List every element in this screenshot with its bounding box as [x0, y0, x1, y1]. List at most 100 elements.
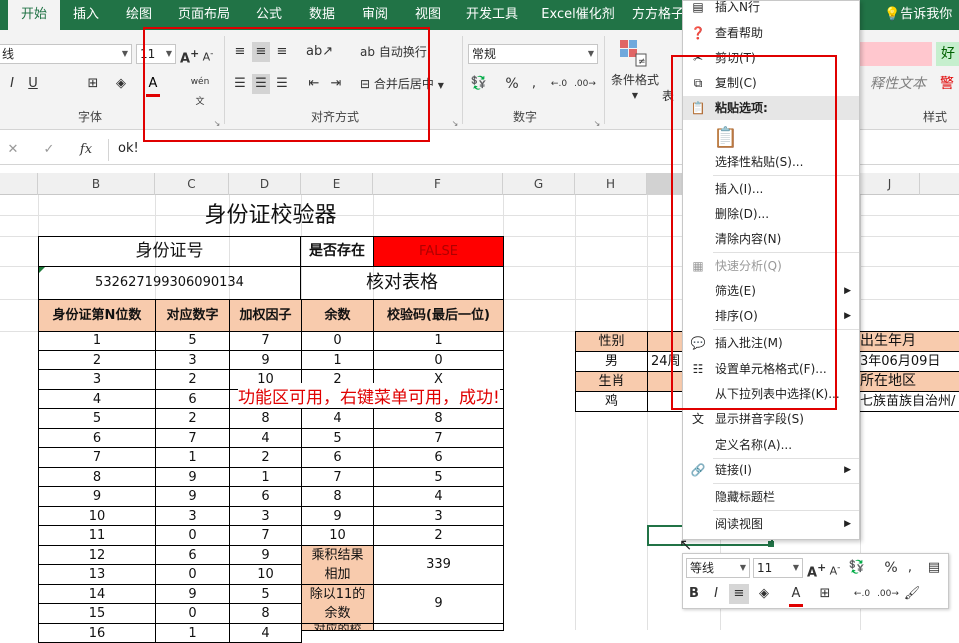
tab-insert[interactable]: 插入 [62, 0, 110, 30]
tab-view[interactable]: 视图 [404, 0, 452, 30]
table-cell[interactable]: 6 [38, 429, 156, 449]
tell-me-search[interactable]: 💡告诉我你想 [884, 0, 959, 30]
id-number-value[interactable]: 532627199306090134 [38, 266, 301, 300]
dialog-launcher-icon[interactable]: ↘ [592, 114, 602, 134]
table-cell[interactable]: 8 [38, 468, 156, 488]
table-cell[interactable]: 6 [373, 448, 504, 468]
table-cell[interactable]: 3 [155, 507, 230, 527]
table-cell[interactable]: 0 [155, 526, 230, 546]
table-cell[interactable]: 2 [38, 351, 156, 371]
align-center-icon[interactable]: ≡ [729, 584, 749, 604]
table-cell[interactable]: 7 [38, 448, 156, 468]
increase-decimal-icon[interactable]: ←.0 [548, 74, 570, 94]
table-cell[interactable]: 15 [38, 604, 156, 624]
formula-input[interactable]: ok! [118, 141, 139, 156]
style-bad-swatch[interactable] [860, 42, 932, 66]
table-cell[interactable]: 1 [373, 331, 504, 351]
menu-item-phonetic[interactable]: 文显示拼音字段(S) [683, 407, 859, 431]
table-cell[interactable]: 4 [301, 409, 374, 429]
decrease-font-icon[interactable]: A- [827, 558, 843, 582]
table-cell[interactable]: 0 [155, 565, 230, 585]
font-name-combo[interactable]: 线▼ [0, 44, 132, 64]
dialog-launcher-icon[interactable]: ↘ [450, 114, 460, 134]
tab-developer[interactable]: 开发工具 [456, 0, 528, 30]
table-cell[interactable]: 6 [155, 390, 230, 410]
table-cell[interactable]: 1 [155, 448, 230, 468]
table-cell[interactable]: 16 [38, 624, 156, 643]
table-cell[interactable]: 5 [373, 468, 504, 488]
column-header[interactable]: D [229, 173, 301, 195]
table-cell[interactable]: 11 [38, 526, 156, 546]
borders-icon[interactable]: ⊞ [817, 584, 833, 604]
table-cell[interactable]: 10 [229, 565, 302, 585]
table-cell[interactable]: 2 [155, 370, 230, 390]
table-cell[interactable]: 0 [373, 351, 504, 371]
column-header[interactable]: C [155, 173, 229, 195]
style-warning-text[interactable]: 警 [940, 72, 959, 96]
table-cell[interactable]: 0 [301, 331, 374, 351]
bold-icon[interactable]: B [687, 584, 701, 604]
table-cell[interactable]: 13 [38, 565, 156, 585]
table-cell[interactable]: 1 [229, 468, 302, 488]
table-cell[interactable]: 9 [155, 468, 230, 488]
table-cell[interactable]: 9 [229, 351, 302, 371]
table-cell[interactable]: 7 [373, 429, 504, 449]
table-cell[interactable]: 8 [229, 409, 302, 429]
select-all-corner[interactable] [0, 173, 38, 195]
table-cell[interactable]: 4 [38, 390, 156, 410]
tab-formulas[interactable]: 公式 [244, 0, 294, 30]
comma-style-icon[interactable]: , [903, 558, 917, 578]
tab-page-layout[interactable]: 页面布局 [168, 0, 240, 30]
table-cell[interactable]: 3 [373, 507, 504, 527]
table-cell[interactable]: 3 [229, 507, 302, 527]
table-cell[interactable]: 10 [301, 526, 374, 546]
menu-item-insert-rows[interactable]: ▤插入N行 [683, 0, 859, 19]
borders-icon[interactable]: ⊞ [86, 74, 100, 94]
fill-handle[interactable] [768, 541, 774, 547]
italic-icon[interactable]: I [6, 74, 18, 94]
table-cell[interactable]: 1 [155, 624, 230, 643]
style-explanatory-text[interactable]: 释性文本 [860, 72, 932, 96]
enter-icon[interactable]: ✓ [42, 140, 56, 160]
table-cell[interactable]: 7 [301, 468, 374, 488]
style-good-swatch[interactable]: 好 [936, 42, 959, 66]
number-format-combo[interactable]: 常规▼ [468, 44, 598, 64]
table-cell[interactable]: 14 [38, 585, 156, 605]
cancel-icon[interactable]: ✕ [6, 140, 20, 160]
font-color-icon[interactable]: A [789, 584, 803, 607]
table-cell[interactable]: 3 [38, 370, 156, 390]
table-cell[interactable]: 6 [301, 448, 374, 468]
decrease-decimal-icon[interactable]: .00→ [574, 74, 596, 94]
table-cell[interactable]: 3 [155, 351, 230, 371]
table-cell[interactable]: 1 [301, 351, 374, 371]
table-cell[interactable]: 5 [301, 429, 374, 449]
table-cell[interactable]: 6 [229, 487, 302, 507]
menu-item-define-name[interactable]: 定义名称(A)... [683, 433, 859, 457]
underline-icon[interactable]: U [26, 74, 40, 94]
table-cell[interactable]: 2 [229, 448, 302, 468]
table-cell[interactable]: 7 [229, 526, 302, 546]
italic-icon[interactable]: I [709, 584, 723, 604]
table-cell[interactable]: 9 [301, 507, 374, 527]
table-cell[interactable]: 4 [229, 624, 302, 643]
menu-item-help[interactable]: ❓查看帮助 [683, 21, 859, 45]
tab-home[interactable]: 开始 [8, 0, 60, 30]
table-cell[interactable]: 5 [229, 585, 302, 605]
table-cell[interactable]: 8 [229, 604, 302, 624]
tab-review[interactable]: 审阅 [350, 0, 400, 30]
tab-fangfang[interactable]: 方方格子 [628, 0, 688, 30]
format-painter-icon[interactable]: 🖌 [903, 584, 921, 604]
percent-icon[interactable]: % [504, 74, 520, 94]
tab-excel-catalyst[interactable]: Excel催化剂 [532, 0, 624, 30]
decrease-decimal-icon[interactable]: .00→ [877, 584, 899, 604]
table-cell[interactable]: 8 [301, 487, 374, 507]
table-cell[interactable]: 4 [373, 487, 504, 507]
table-cell[interactable]: 9 [155, 585, 230, 605]
table-cell[interactable]: 12 [38, 546, 156, 566]
table-cell[interactable]: 10 [38, 507, 156, 527]
table-cell[interactable]: 9 [155, 487, 230, 507]
format-cells-icon[interactable]: ▤ [925, 558, 943, 578]
table-cell[interactable]: 7 [155, 429, 230, 449]
table-cell[interactable]: 2 [373, 526, 504, 546]
tab-data[interactable]: 数据 [298, 0, 346, 30]
